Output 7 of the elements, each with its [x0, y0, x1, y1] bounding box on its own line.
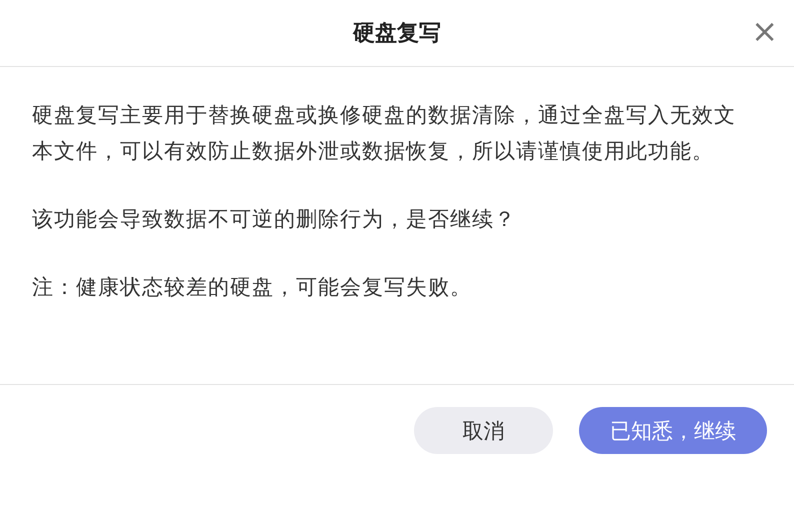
message-text: 注：健康状态较差的硬盘，可能会复写失败。: [32, 274, 473, 301]
close-button[interactable]: ×: [747, 14, 782, 48]
dialog-title: 硬盘复写: [353, 20, 441, 48]
message-text: 该功能会导致数据不可逆的删除行为，是否继续？: [32, 206, 517, 233]
cancel-button[interactable]: 取消: [414, 407, 553, 454]
message-text: 硬盘复写主要用于替换硬盘或换修硬盘的数据清除，通过全盘写入无效文本文件，可以有效防止数据外泄或数据恢复，所以请谨慎使用此功能。: [32, 102, 737, 165]
confirm-button[interactable]: 已知悉，继续: [579, 407, 767, 454]
